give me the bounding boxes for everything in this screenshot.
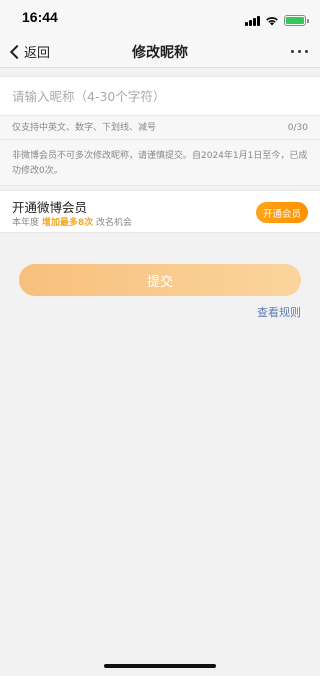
submit-button[interactable]: 提交 — [19, 264, 301, 296]
vip-desc-highlight: 增加最多8次 — [41, 218, 94, 228]
view-rules-link[interactable]: 查看规则 — [257, 304, 301, 320]
vip-promo: 开通微博会员 本年度 增加最多8次 改名机会 开通会员 — [0, 190, 320, 233]
nickname-input[interactable] — [0, 77, 320, 115]
status-time: 16:44 — [22, 9, 58, 25]
char-count: 0/30 — [287, 123, 308, 133]
page-title: 修改昵称 — [132, 45, 188, 61]
nickname-field — [0, 76, 320, 116]
input-hint: 仅支持中英文、数字、下划线、减号 — [12, 123, 157, 133]
vip-desc-prefix: 本年度 — [12, 218, 40, 228]
wifi-icon — [265, 11, 279, 30]
hint-row: 仅支持中英文、数字、下划线、减号 0/30 — [0, 116, 320, 140]
battery-charging-icon — [284, 15, 309, 26]
vip-title: 开通微博会员 — [12, 200, 88, 215]
status-bar: 16:44 — [0, 0, 320, 36]
vip-desc-suffix: 改名机会 — [96, 218, 133, 228]
notice-text: 非微博会员不可多次修改昵称，请谨慎提交。自2024年1月1日至今，已成功修改0次… — [0, 140, 320, 186]
home-indicator — [104, 664, 216, 668]
signal-icon — [245, 15, 260, 26]
more-icon[interactable] — [291, 50, 308, 53]
status-icons — [245, 11, 309, 30]
nav-bar: 返回 修改昵称 — [0, 36, 320, 68]
vip-desc: 本年度 增加最多8次 改名机会 — [12, 215, 132, 228]
open-vip-button[interactable]: 开通会员 — [256, 202, 308, 223]
